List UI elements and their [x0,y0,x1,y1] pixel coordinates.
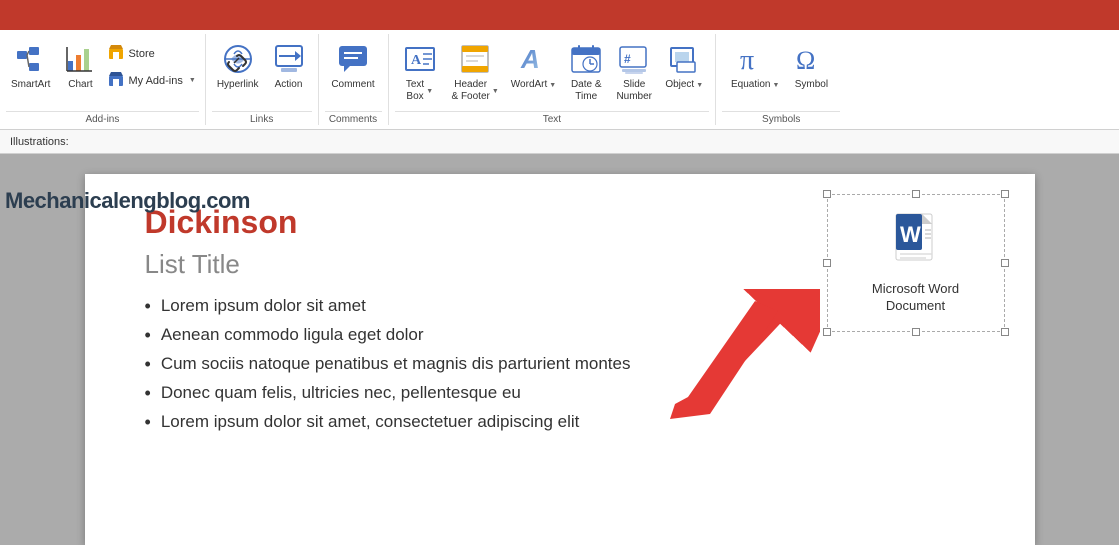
embedded-object-container[interactable]: W Microsoft Word Document [827,194,1005,332]
textbox-button[interactable]: A TextBox ▼ [395,38,445,106]
wordart-dropdown: ▼ [549,82,556,89]
slide: Dickinson List Title Lorem ipsum dolor s… [85,174,1035,545]
smartart-icon [13,41,49,77]
text-items: A TextBox ▼ [395,34,710,111]
comment-button[interactable]: Comment [326,38,379,94]
symbols-items: π Equation ▼ Ω Symbol [726,34,836,111]
handle-bc [912,328,920,336]
comment-label: Comment [331,79,374,91]
datetime-label: Date &Time [571,79,602,103]
equation-label: Equation [731,79,770,91]
svg-text:π: π [740,45,754,76]
symbol-icon: Ω [793,41,829,77]
my-addins-label: My Add-ins [128,75,182,87]
handle-br [1001,328,1009,336]
svg-text:A: A [520,44,540,74]
object-label: Object [665,79,694,91]
store-icon [108,44,124,63]
chart-button[interactable]: Chart [57,38,103,94]
hyperlink-icon [220,41,256,77]
equation-dropdown: ▼ [773,82,780,89]
ribbon-group-text: A TextBox ▼ [389,34,717,125]
smartart-label: SmartArt [11,79,50,91]
chart-icon [62,41,98,77]
wordart-label: WordArt [511,79,548,91]
store-label: Store [128,48,154,60]
ribbon-group-links: Hyperlink Action Links [206,34,319,125]
datetime-button[interactable]: Date &Time [563,38,609,106]
my-addins-dropdown-arrow: ▼ [189,77,196,84]
handle-mr [1001,259,1009,267]
wordart-button[interactable]: A WordArt ▼ [506,38,561,94]
addin-icon [108,71,124,90]
equation-icon: π [737,41,773,77]
symbol-button[interactable]: Ω Symbol [786,38,836,94]
datetime-icon [568,41,604,77]
svg-text:#: # [624,52,631,66]
text-group-label: Text [395,111,710,125]
slidenumber-label: SlideNumber [616,79,652,103]
ribbon: SmartArt Chart [0,0,1119,130]
header-footer-button[interactable]: Header& Footer ▼ [447,38,504,106]
handle-tr [1001,190,1009,198]
handle-ml [823,259,831,267]
object-icon [666,41,702,77]
wordart-icon: A [516,41,552,77]
chart-label: Chart [68,79,92,91]
ribbon-group-illustrations: SmartArt Chart [0,34,206,125]
hyperlink-button[interactable]: Hyperlink [212,38,264,94]
illustrations-items: SmartArt Chart [6,34,199,111]
slidenumber-button[interactable]: # SlideNumber [611,38,657,106]
header-footer-icon [457,41,493,77]
links-items: Hyperlink Action [212,34,312,111]
embedded-object-label1: Microsoft Word [872,281,959,298]
header-footer-dropdown: ▼ [492,88,499,95]
comments-group-label: Comments [325,111,382,125]
hyperlink-label: Hyperlink [217,79,259,91]
watermark-text: Mechanicalengblog.com [5,188,250,214]
comment-icon [335,41,371,77]
ribbon-group-comments: Comment Comments [319,34,389,125]
textbox-icon: A [402,41,438,77]
action-label: Action [275,79,303,91]
store-button[interactable]: Store [105,42,198,65]
symbols-group-label: Symbols [722,111,840,125]
ribbon-top-bar [0,0,1119,30]
handle-tl [823,190,831,198]
formula-bar-label: Illustrations: [10,136,69,148]
action-button[interactable]: Action [266,38,312,94]
red-arrow [660,289,820,419]
document-area: Mechanicalengblog.com Dickinson List Tit… [0,154,1119,545]
slidenumber-icon: # [616,41,652,77]
symbol-label: Symbol [795,79,828,91]
smartart-button[interactable]: SmartArt [6,38,55,94]
ribbon-group-symbols: π Equation ▼ Ω Symbol [716,34,846,125]
handle-bl [823,328,831,336]
illustrations-group-label: Add-ins [6,111,199,125]
header-footer-label: Header& Footer [452,79,490,103]
list-item: Lorem ipsum dolor sit amet, consectetuer… [145,408,995,437]
arrow-container [660,289,820,424]
object-dropdown: ▼ [696,82,703,89]
svg-text:Ω: Ω [796,46,815,75]
textbox-dropdown-arrow: ▼ [426,88,433,95]
word-icon: W [890,212,942,275]
list-item: Cum sociis natoque penatibus et magnis d… [145,350,995,379]
ribbon-content: SmartArt Chart [0,30,1119,130]
my-addins-button[interactable]: My Add-ins ▼ [105,69,198,92]
equation-button[interactable]: π Equation ▼ [726,38,784,94]
links-group-label: Links [212,111,312,125]
list-item: Donec quam felis, ultricies nec, pellent… [145,379,995,408]
formula-bar: Illustrations: [0,130,1119,154]
embedded-object-label2: Document [886,298,945,315]
action-icon [271,41,307,77]
svg-text:A: A [411,53,422,68]
object-button[interactable]: Object ▼ [659,38,709,94]
textbox-label: TextBox [406,79,424,103]
handle-tc [912,190,920,198]
svg-text:W: W [900,222,921,247]
comments-items: Comment [326,34,379,111]
